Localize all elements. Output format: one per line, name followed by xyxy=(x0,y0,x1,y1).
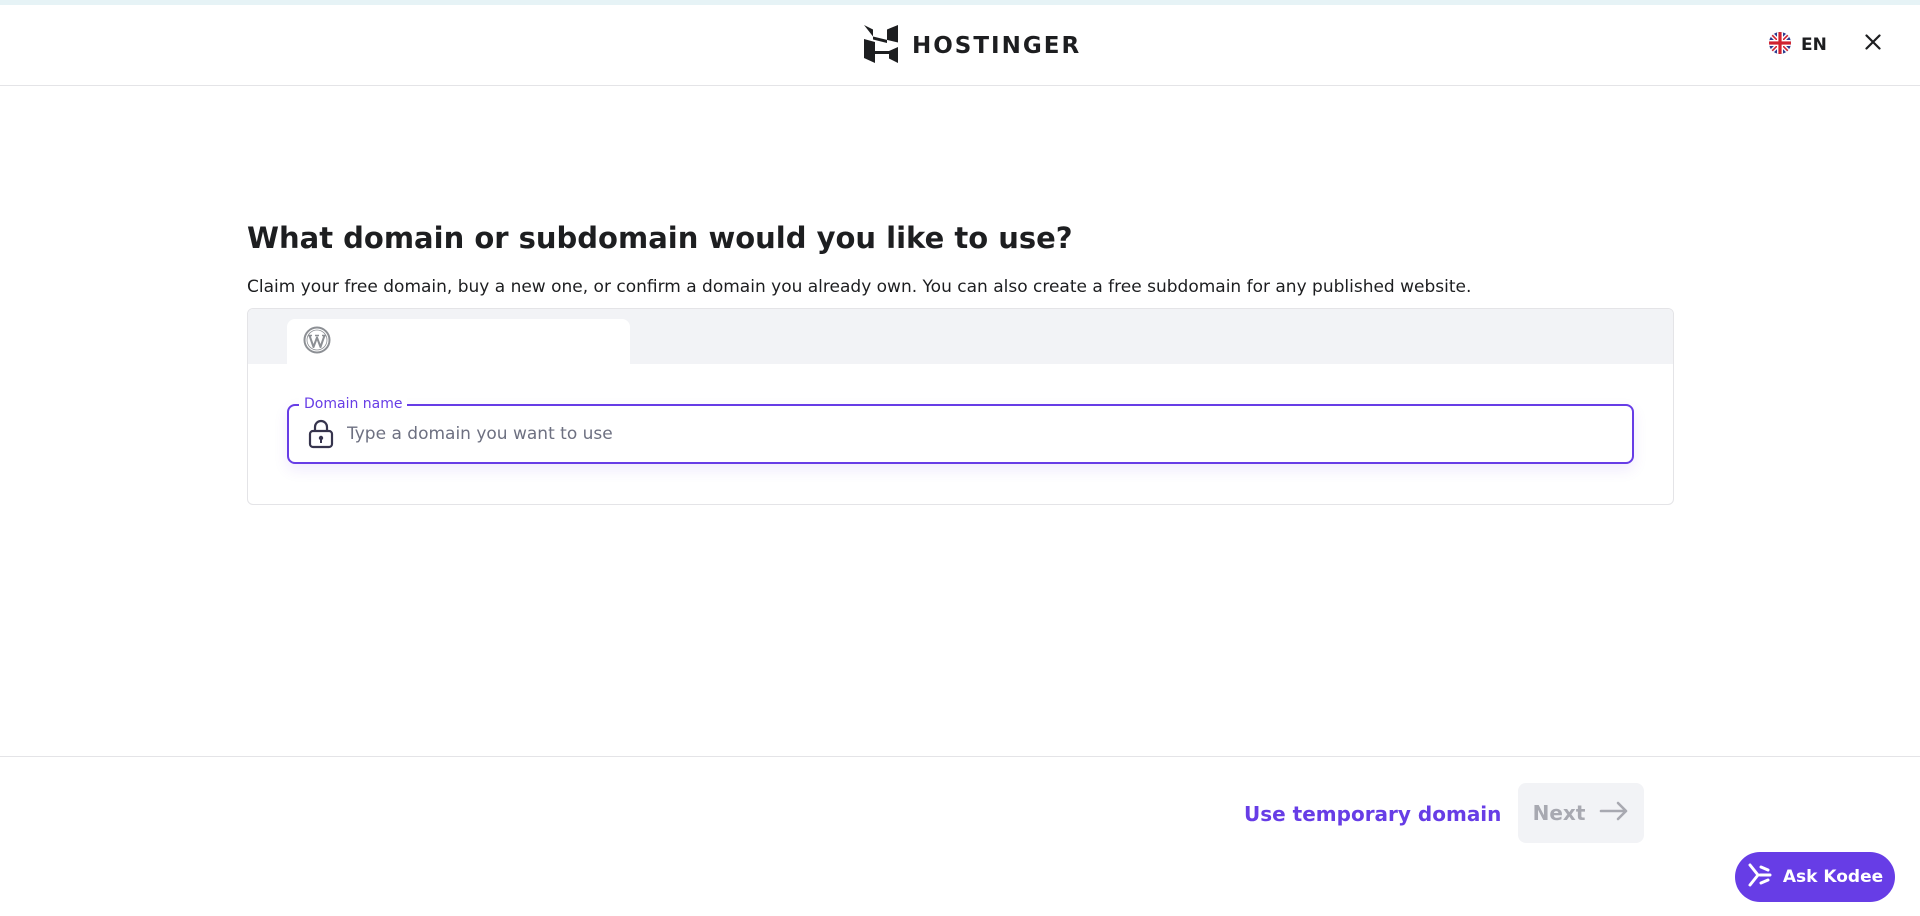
card-tab-bar xyxy=(248,309,1673,364)
lock-icon xyxy=(307,419,335,449)
ask-kodee-button[interactable]: Ask Kodee xyxy=(1735,852,1895,902)
use-temporary-domain-link[interactable]: Use temporary domain xyxy=(1244,799,1501,829)
language-label: EN xyxy=(1801,35,1827,55)
next-button[interactable]: Next xyxy=(1518,783,1644,843)
ask-kodee-label: Ask Kodee xyxy=(1782,867,1884,887)
domain-name-field[interactable]: Domain name xyxy=(287,395,1634,464)
hostinger-logo-icon xyxy=(864,25,898,67)
wordpress-icon xyxy=(303,326,331,358)
domain-name-label: Domain name xyxy=(299,395,408,413)
close-button[interactable] xyxy=(1860,31,1886,57)
kodee-icon xyxy=(1747,862,1773,893)
close-icon xyxy=(1865,34,1881,54)
hostinger-logo[interactable]: HOSTINGER xyxy=(864,25,1082,67)
page-title: What domain or subdomain would you like … xyxy=(247,221,1073,255)
logo-text: HOSTINGER xyxy=(912,33,1082,59)
domain-card: Domain name xyxy=(247,308,1674,505)
uk-flag-icon xyxy=(1769,32,1791,58)
tab-wordpress[interactable] xyxy=(287,319,630,364)
footer: Use temporary domain Next xyxy=(0,756,1920,916)
domain-input[interactable] xyxy=(347,414,1632,454)
header: HOSTINGER EN xyxy=(0,5,1920,86)
main-content: What domain or subdomain would you like … xyxy=(247,216,1674,505)
arrow-right-icon xyxy=(1599,801,1629,826)
page-subtitle: Claim your free domain, buy a new one, o… xyxy=(247,277,1472,297)
language-selector[interactable]: EN xyxy=(1769,32,1827,58)
next-button-label: Next xyxy=(1532,801,1586,825)
